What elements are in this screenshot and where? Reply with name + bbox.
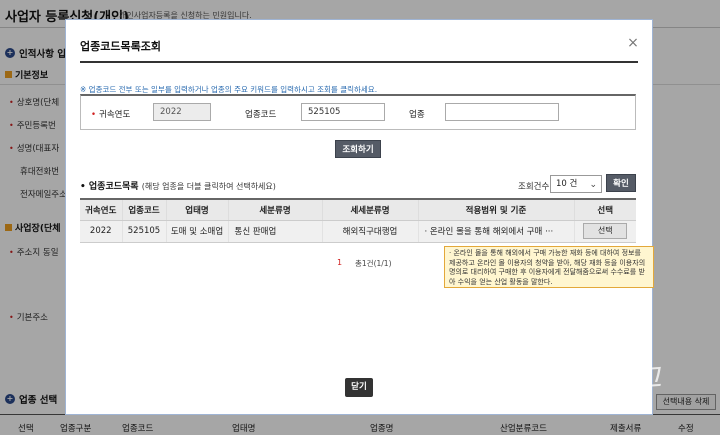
cell-detail-class: 해외직구대행업 [321, 220, 418, 243]
close-button[interactable]: 닫기 [345, 378, 373, 397]
col-subclass: 세분류명 [227, 198, 322, 221]
table-row[interactable]: 2022 525105 도매 및 소매업 통신 판매업 해외직구대행업 · 온라… [80, 220, 636, 243]
year-label-text: 귀속연도 [99, 110, 131, 120]
required-dot-icon: • [91, 110, 97, 120]
list-title-text: 업종코드목록 [88, 182, 139, 192]
year-input[interactable] [153, 103, 211, 121]
count-select[interactable]: 10 건 ⌄ [550, 175, 602, 193]
list-hint: (해당 업종을 더블 클릭하여 선택하세요) [141, 182, 276, 191]
col-year: 귀속연도 [80, 198, 122, 221]
count-label: 조회건수 [518, 182, 550, 192]
cell-scope: · 온라인 몰을 통해 해외에서 구매 ··· [417, 220, 574, 243]
col-detail-class: 세세분류명 [321, 198, 418, 221]
industry-keyword-input[interactable] [445, 103, 559, 121]
col-select: 선택 [573, 198, 636, 221]
list-title: • 업종코드목록 (해당 업종을 더블 클릭하여 선택하세요) [80, 179, 276, 192]
cell-business-type: 도매 및 소매업 [165, 220, 228, 243]
cell-select: 선택 [573, 220, 636, 243]
table-header-row: 귀속연도 업종코드 업태명 세분류명 세세분류명 적용범위 및 기준 선택 [80, 198, 636, 221]
col-scope: 적용범위 및 기준 [417, 198, 574, 221]
col-business-type: 업태명 [165, 198, 228, 221]
cell-subclass: 통신 판매업 [227, 220, 322, 243]
year-label: • 귀속연도 [91, 108, 130, 120]
industry-code-table: 귀속연도 업종코드 업태명 세분류명 세세분류명 적용범위 및 기준 선택 20… [80, 198, 636, 243]
cell-year: 2022 [80, 220, 122, 243]
pagination-current[interactable]: 1 [337, 258, 342, 267]
row-select-button[interactable]: 선택 [583, 223, 628, 239]
industry-code-input[interactable] [301, 103, 385, 121]
bullet-icon: • [80, 182, 89, 192]
col-code: 업종코드 [121, 198, 166, 221]
search-button[interactable]: 조회하기 [335, 140, 381, 158]
search-form: •귀속연도 업종코드 업종 [80, 94, 636, 130]
chevron-down-icon: ⌄ [589, 180, 597, 190]
modal-title: 업종코드목록조회 [80, 40, 161, 53]
confirm-button[interactable]: 확인 [606, 174, 636, 192]
code-label: 업종코드 [245, 110, 277, 120]
count-select-value: 10 건 [556, 179, 578, 189]
title-divider [80, 61, 638, 63]
industry-code-modal: 업종코드목록조회 × ※ 업종코드 전부 또는 일부를 입력하거나 업종의 주요… [65, 19, 654, 415]
cell-code: 525105 [121, 220, 166, 243]
pagination-total: 총1건(1/1) [355, 259, 392, 268]
watermark: 제씨리그 [554, 361, 664, 402]
industry-label: 업종 [409, 110, 425, 120]
close-icon[interactable]: × [626, 36, 640, 50]
scope-tooltip: · 온라인 몰을 통해 해외에서 구매 가능한 재화 등에 대하여 정보를 제공… [444, 246, 654, 288]
